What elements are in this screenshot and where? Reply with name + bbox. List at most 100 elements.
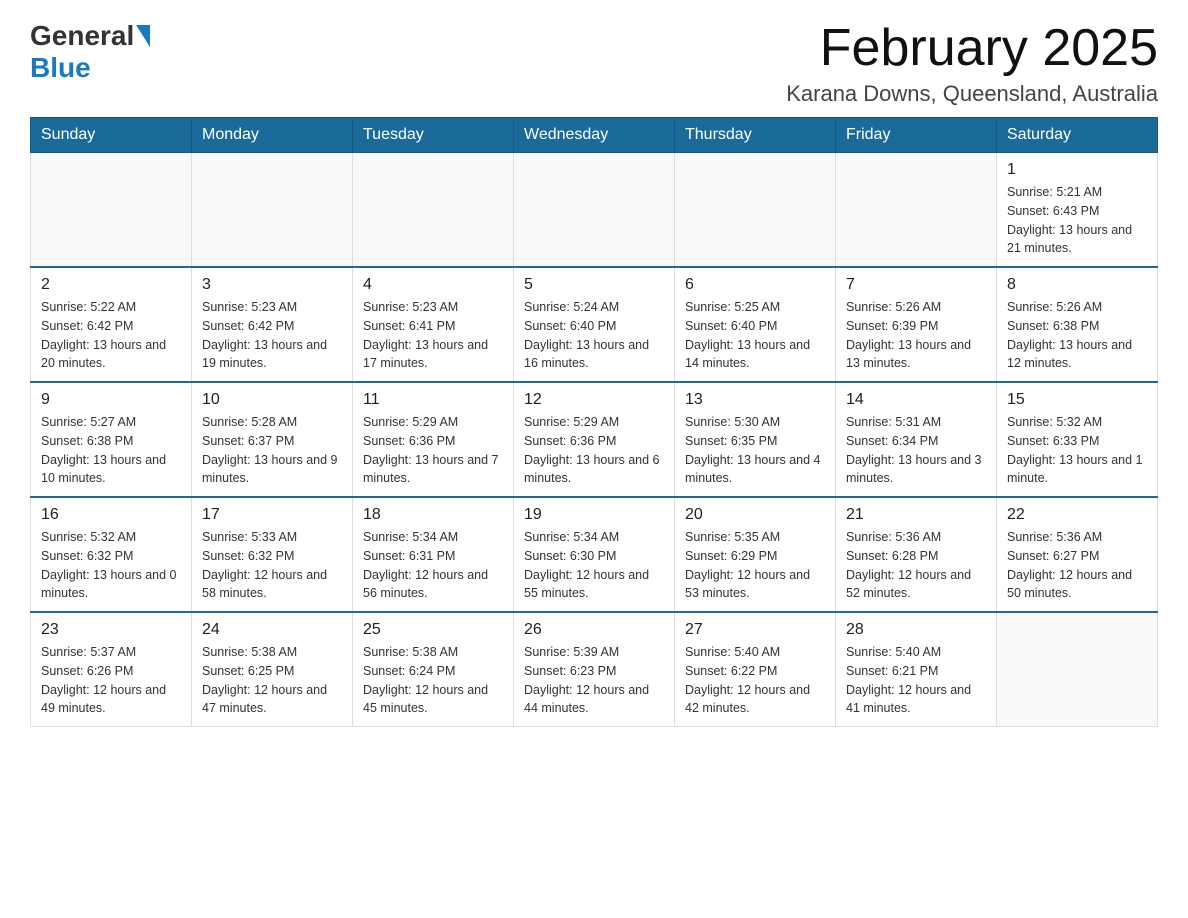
- logo-blue-text: Blue: [30, 52, 91, 84]
- calendar-cell: [675, 153, 836, 268]
- calendar-cell: 14Sunrise: 5:31 AM Sunset: 6:34 PM Dayli…: [836, 382, 997, 497]
- day-info: Sunrise: 5:21 AM Sunset: 6:43 PM Dayligh…: [1007, 183, 1147, 258]
- day-number: 22: [1007, 506, 1147, 524]
- day-info: Sunrise: 5:28 AM Sunset: 6:37 PM Dayligh…: [202, 413, 342, 488]
- day-number: 16: [41, 506, 181, 524]
- calendar-cell: 12 Sunrise: 5:29 AM Sunset: 6:36 PM Dayli…: [514, 382, 675, 497]
- calendar-cell: 3 Sunrise: 5:23 AM Sunset: 6:42 PM Daylig…: [192, 267, 353, 382]
- calendar-cell: 23 Sunrise: 5:37 AM Sunset: 6:26 PM Dayli…: [31, 612, 192, 727]
- day-info: Sunrise: 5:36 AM Sunset: 6:28 PM Dayligh…: [846, 528, 986, 603]
- calendar-cell: 24 Sunrise: 5:38 AM Sunset: 6:25 PM Dayli…: [192, 612, 353, 727]
- calendar-cell: [514, 153, 675, 268]
- calendar-cell: 8 Sunrise: 5:26 AM Sunset: 6:38 PM Daylig…: [997, 267, 1158, 382]
- day-number: 11: [363, 391, 503, 409]
- day-number: 19: [524, 506, 664, 524]
- day-info: Sunrise: 5:25 AM Sunset: 6:40 PM Dayligh…: [685, 298, 825, 373]
- day-number: 12: [524, 391, 664, 409]
- calendar-week-row: 23 Sunrise: 5:37 AM Sunset: 6:26 PM Dayli…: [31, 612, 1158, 727]
- day-info: Sunrise: 5:22 AM Sunset: 6:42 PM Dayligh…: [41, 298, 181, 373]
- day-number: 4: [363, 276, 503, 294]
- day-number: 14: [846, 391, 986, 409]
- title-section: February 2025 Karana Downs, Queensland, …: [786, 20, 1158, 107]
- day-info: Sunrise: 5:34 AM Sunset: 6:31 PM Dayligh…: [363, 528, 503, 603]
- calendar-cell: 5Sunrise: 5:24 AM Sunset: 6:40 PM Daylig…: [514, 267, 675, 382]
- day-number: 8: [1007, 276, 1147, 294]
- day-info: Sunrise: 5:36 AM Sunset: 6:27 PM Dayligh…: [1007, 528, 1147, 603]
- day-info: Sunrise: 5:32 AM Sunset: 6:32 PM Dayligh…: [41, 528, 181, 603]
- day-number: 15: [1007, 391, 1147, 409]
- day-header-wednesday: Wednesday: [514, 118, 675, 153]
- day-number: 20: [685, 506, 825, 524]
- day-info: Sunrise: 5:37 AM Sunset: 6:26 PM Dayligh…: [41, 643, 181, 718]
- calendar-cell: [997, 612, 1158, 727]
- calendar-cell: 15 Sunrise: 5:32 AM Sunset: 6:33 PM Dayli…: [997, 382, 1158, 497]
- day-number: 6: [685, 276, 825, 294]
- day-header-thursday: Thursday: [675, 118, 836, 153]
- day-header-saturday: Saturday: [997, 118, 1158, 153]
- day-number: 17: [202, 506, 342, 524]
- calendar-cell: 22 Sunrise: 5:36 AM Sunset: 6:27 PM Dayli…: [997, 497, 1158, 612]
- calendar-cell: 28 Sunrise: 5:40 AM Sunset: 6:21 PM Dayli…: [836, 612, 997, 727]
- day-number: 23: [41, 621, 181, 639]
- day-number: 3: [202, 276, 342, 294]
- day-number: 18: [363, 506, 503, 524]
- calendar-cell: 26Sunrise: 5:39 AM Sunset: 6:23 PM Dayli…: [514, 612, 675, 727]
- page-title: February 2025: [786, 20, 1158, 77]
- day-info: Sunrise: 5:33 AM Sunset: 6:32 PM Dayligh…: [202, 528, 342, 603]
- day-info: Sunrise: 5:40 AM Sunset: 6:22 PM Dayligh…: [685, 643, 825, 718]
- day-info: Sunrise: 5:32 AM Sunset: 6:33 PM Dayligh…: [1007, 413, 1147, 488]
- day-info: Sunrise: 5:39 AM Sunset: 6:23 PM Dayligh…: [524, 643, 664, 718]
- day-info: Sunrise: 5:26 AM Sunset: 6:39 PM Dayligh…: [846, 298, 986, 373]
- day-number: 28: [846, 621, 986, 639]
- day-header-monday: Monday: [192, 118, 353, 153]
- calendar-cell: 11 Sunrise: 5:29 AM Sunset: 6:36 PM Dayli…: [353, 382, 514, 497]
- day-number: 25: [363, 621, 503, 639]
- calendar-cell: [836, 153, 997, 268]
- calendar-cell: 1 Sunrise: 5:21 AM Sunset: 6:43 PM Daylig…: [997, 153, 1158, 268]
- day-header-friday: Friday: [836, 118, 997, 153]
- logo: General Blue: [30, 20, 152, 84]
- day-info: Sunrise: 5:38 AM Sunset: 6:25 PM Dayligh…: [202, 643, 342, 718]
- calendar-cell: 9 Sunrise: 5:27 AM Sunset: 6:38 PM Daylig…: [31, 382, 192, 497]
- logo-triangle-icon: [136, 25, 150, 47]
- calendar-cell: [353, 153, 514, 268]
- calendar-cell: 16 Sunrise: 5:32 AM Sunset: 6:32 PM Dayli…: [31, 497, 192, 612]
- calendar-cell: 20 Sunrise: 5:35 AM Sunset: 6:29 PM Dayli…: [675, 497, 836, 612]
- day-info: Sunrise: 5:30 AM Sunset: 6:35 PM Dayligh…: [685, 413, 825, 488]
- day-number: 21: [846, 506, 986, 524]
- day-info: Sunrise: 5:40 AM Sunset: 6:21 PM Dayligh…: [846, 643, 986, 718]
- calendar-week-row: 16 Sunrise: 5:32 AM Sunset: 6:32 PM Dayli…: [31, 497, 1158, 612]
- day-info: Sunrise: 5:34 AM Sunset: 6:30 PM Dayligh…: [524, 528, 664, 603]
- day-number: 24: [202, 621, 342, 639]
- calendar-cell: [192, 153, 353, 268]
- day-info: Sunrise: 5:29 AM Sunset: 6:36 PM Dayligh…: [363, 413, 503, 488]
- calendar-header-row: SundayMondayTuesdayWednesdayThursdayFrid…: [31, 118, 1158, 153]
- day-number: 5: [524, 276, 664, 294]
- calendar-cell: 19 Sunrise: 5:34 AM Sunset: 6:30 PM Dayli…: [514, 497, 675, 612]
- logo-general-text: General: [30, 20, 134, 52]
- day-number: 27: [685, 621, 825, 639]
- day-number: 1: [1007, 161, 1147, 179]
- day-info: Sunrise: 5:23 AM Sunset: 6:42 PM Dayligh…: [202, 298, 342, 373]
- calendar-cell: 13 Sunrise: 5:30 AM Sunset: 6:35 PM Dayli…: [675, 382, 836, 497]
- day-info: Sunrise: 5:35 AM Sunset: 6:29 PM Dayligh…: [685, 528, 825, 603]
- day-number: 13: [685, 391, 825, 409]
- day-number: 7: [846, 276, 986, 294]
- day-info: Sunrise: 5:26 AM Sunset: 6:38 PM Dayligh…: [1007, 298, 1147, 373]
- day-number: 10: [202, 391, 342, 409]
- calendar-cell: 10 Sunrise: 5:28 AM Sunset: 6:37 PM Dayli…: [192, 382, 353, 497]
- calendar-cell: 6 Sunrise: 5:25 AM Sunset: 6:40 PM Daylig…: [675, 267, 836, 382]
- day-info: Sunrise: 5:29 AM Sunset: 6:36 PM Dayligh…: [524, 413, 664, 488]
- day-number: 9: [41, 391, 181, 409]
- calendar-cell: 7 Sunrise: 5:26 AM Sunset: 6:39 PM Daylig…: [836, 267, 997, 382]
- calendar-cell: 25Sunrise: 5:38 AM Sunset: 6:24 PM Dayli…: [353, 612, 514, 727]
- day-number: 2: [41, 276, 181, 294]
- calendar-cell: 18 Sunrise: 5:34 AM Sunset: 6:31 PM Dayli…: [353, 497, 514, 612]
- day-header-tuesday: Tuesday: [353, 118, 514, 153]
- day-info: Sunrise: 5:27 AM Sunset: 6:38 PM Dayligh…: [41, 413, 181, 488]
- calendar-week-row: 1 Sunrise: 5:21 AM Sunset: 6:43 PM Daylig…: [31, 153, 1158, 268]
- calendar-week-row: 9 Sunrise: 5:27 AM Sunset: 6:38 PM Daylig…: [31, 382, 1158, 497]
- day-header-sunday: Sunday: [31, 118, 192, 153]
- calendar-cell: 2 Sunrise: 5:22 AM Sunset: 6:42 PM Daylig…: [31, 267, 192, 382]
- calendar-cell: 27 Sunrise: 5:40 AM Sunset: 6:22 PM Dayli…: [675, 612, 836, 727]
